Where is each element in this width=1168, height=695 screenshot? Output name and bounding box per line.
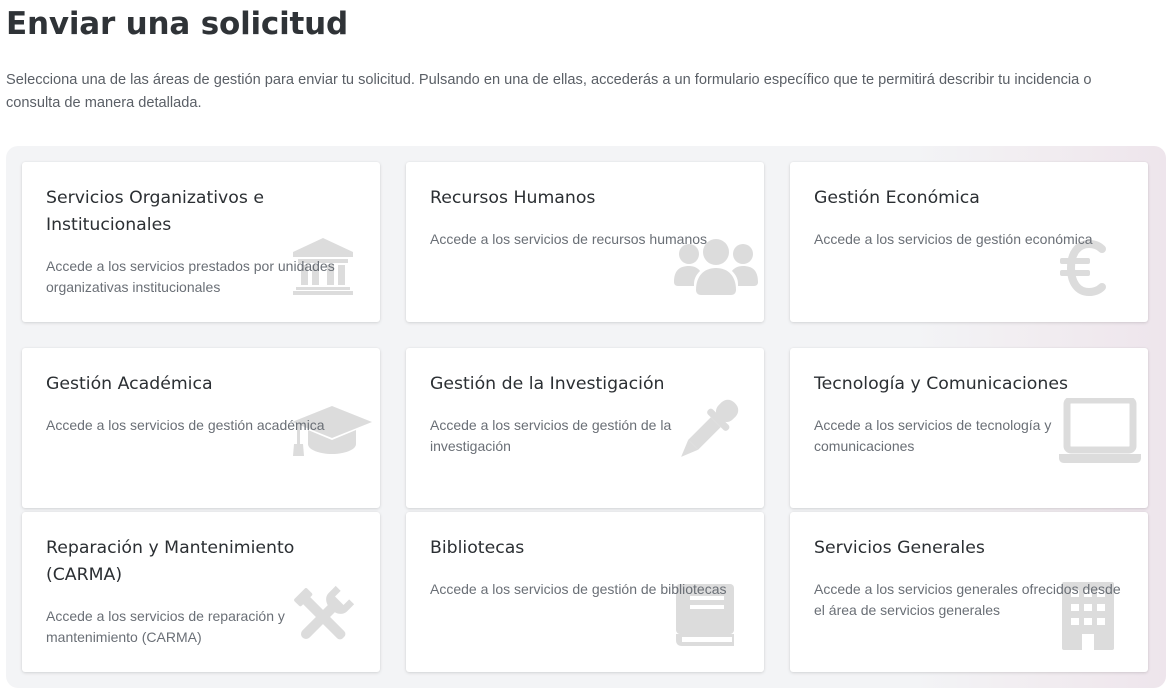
service-areas-panel: Servicios Organizativos e Institucionale… [6, 146, 1166, 688]
card-gestion-economica[interactable]: Gestión Económica Accede a los servicios… [790, 162, 1148, 322]
card-description: Accede a los servicios de gestión de bib… [430, 581, 727, 597]
card-bibliotecas[interactable]: Bibliotecas Accede a los servicios de ge… [406, 512, 764, 672]
card-recursos-humanos[interactable]: Recursos Humanos Accede a los servicios … [406, 162, 764, 322]
card-description: Accede a los servicios de gestión de la … [430, 417, 672, 454]
card-title: Servicios Generales [814, 538, 985, 558]
card-description: Accede a los servicios prestados por uni… [46, 258, 335, 295]
card-title: Servicios Organizativos e Institucionale… [46, 188, 264, 235]
card-reparacion-mantenimiento[interactable]: Reparación y Mantenimiento (CARMA) Acced… [22, 512, 380, 672]
card-description: Accede a los servicios de gestión económ… [814, 231, 1093, 247]
card-description: Accede a los servicios de reparación y m… [46, 608, 285, 645]
card-description: Accede a los servicios generales ofrecid… [814, 581, 1121, 618]
card-title: Gestión Económica [814, 188, 980, 208]
card-tecnologia-comunicaciones[interactable]: Tecnología y Comunicaciones Accede a los… [790, 348, 1148, 508]
card-title: Gestión de la Investigación [430, 374, 665, 394]
card-title: Gestión Académica [46, 374, 213, 394]
card-title: Bibliotecas [430, 538, 525, 558]
card-description: Accede a los servicios de tecnología y c… [814, 417, 1052, 454]
card-gestion-investigacion[interactable]: Gestión de la Investigación Accede a los… [406, 348, 764, 508]
card-title: Reparación y Mantenimiento (CARMA) [46, 538, 295, 585]
page-title: Enviar una solicitud [6, 6, 349, 42]
card-title: Recursos Humanos [430, 188, 596, 208]
card-title: Tecnología y Comunicaciones [814, 374, 1068, 394]
card-gestion-academica[interactable]: Gestión Académica Accede a los servicios… [22, 348, 380, 508]
card-servicios-organizativos[interactable]: Servicios Organizativos e Institucionale… [22, 162, 380, 322]
card-description: Accede a los servicios de recursos human… [430, 231, 708, 247]
page-intro: Selecciona una de las áreas de gestión p… [6, 72, 1092, 111]
card-servicios-generales[interactable]: Servicios Generales Accede a los servici… [790, 512, 1148, 672]
card-description: Accede a los servicios de gestión académ… [46, 417, 325, 433]
